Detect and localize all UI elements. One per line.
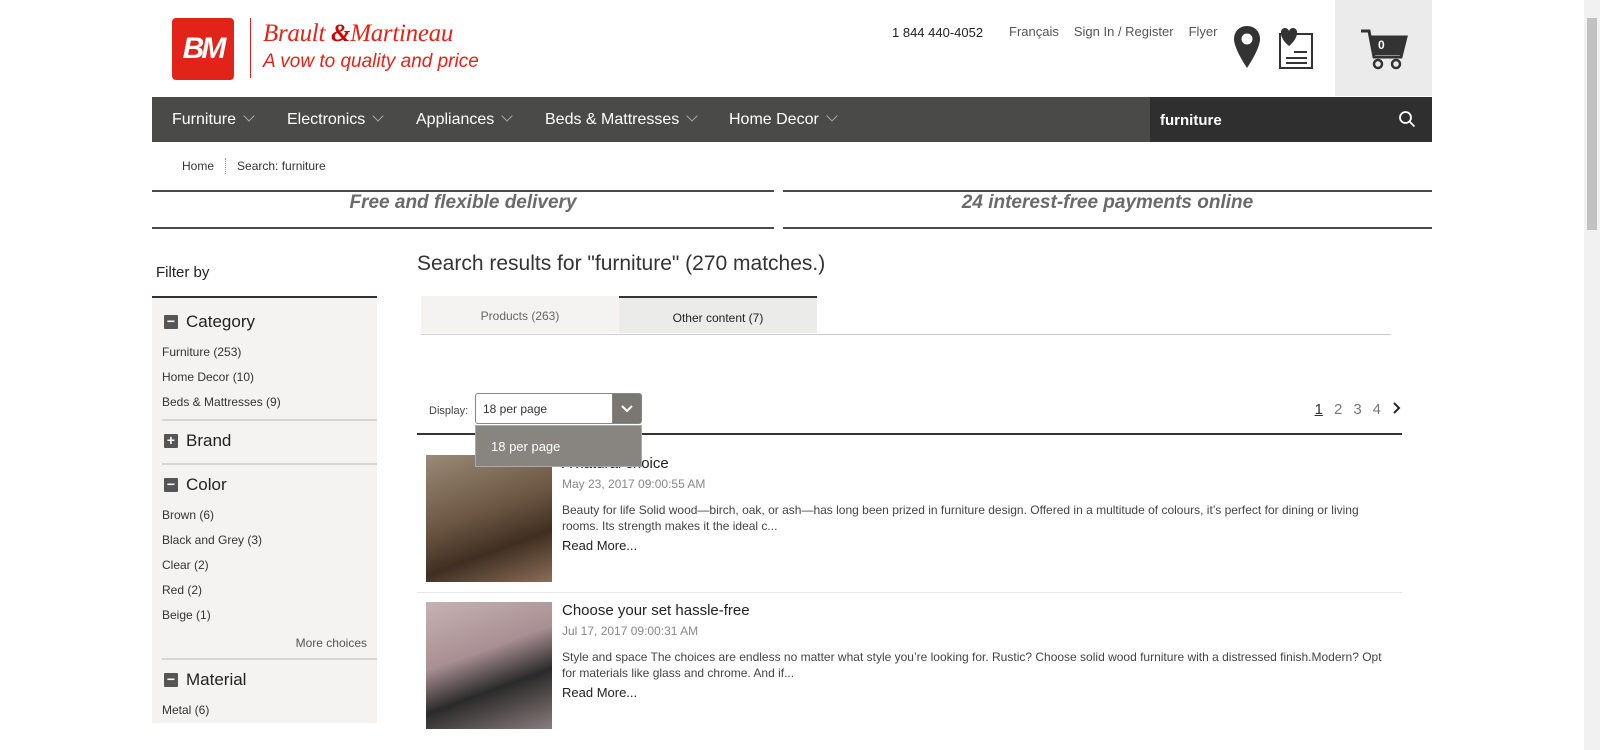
nav-electronics[interactable]: Electronics bbox=[287, 97, 384, 142]
per-page-select[interactable]: 18 per page bbox=[475, 393, 642, 424]
minus-icon: − bbox=[164, 672, 178, 687]
breadcrumb-separator bbox=[225, 158, 227, 174]
filter-panel: − Category Furniture (253) Home Decor (10… bbox=[152, 298, 377, 723]
search-bar bbox=[1150, 97, 1432, 142]
brand-tagline: A vow to quality and price bbox=[263, 51, 479, 72]
brand-wordmark[interactable]: Brault &Martineau A vow to quality and p… bbox=[250, 18, 479, 78]
logo-mark: BM bbox=[182, 32, 227, 65]
nav-furniture[interactable]: Furniture bbox=[172, 97, 255, 142]
results-title: Search results for "furniture" (270 matc… bbox=[417, 252, 826, 275]
more-choices-link[interactable]: More choices bbox=[152, 628, 377, 658]
search-input[interactable] bbox=[1158, 107, 1382, 133]
chevron-down-icon bbox=[686, 110, 698, 122]
page-2[interactable]: 2 bbox=[1334, 401, 1342, 418]
article-title[interactable]: Choose your set hassle-free bbox=[562, 602, 750, 619]
article-excerpt: Beauty for life Solid wood—birch, oak, o… bbox=[562, 503, 1359, 533]
page-4[interactable]: 4 bbox=[1373, 401, 1381, 418]
filter-brand-toggle[interactable]: + Brand bbox=[152, 421, 377, 459]
article-image[interactable] bbox=[426, 455, 552, 582]
filter-option[interactable]: Beds & Mattresses (9) bbox=[152, 390, 377, 415]
filter-option[interactable]: Black and Grey (3) bbox=[152, 528, 377, 553]
nav-home-decor[interactable]: Home Decor bbox=[729, 97, 838, 142]
brand-name: Brault &Martineau bbox=[263, 20, 454, 47]
phone-number[interactable]: 1 844 440-4052 bbox=[892, 25, 983, 40]
page-scrollbar[interactable] bbox=[1584, 0, 1600, 750]
delivery-banner[interactable]: Free and flexible delivery bbox=[152, 190, 774, 229]
breadcrumb-current: Search: furniture bbox=[237, 159, 326, 173]
filter-option[interactable]: Brown (6) bbox=[152, 503, 377, 528]
nav-appliances[interactable]: Appliances bbox=[416, 97, 513, 142]
wishlist-icon[interactable] bbox=[1274, 24, 1316, 75]
list-item: Choose your set hassle-free Jul 17, 2017… bbox=[417, 592, 1402, 742]
filter-sidebar: Filter by − Category Furniture (253) Home… bbox=[152, 252, 377, 723]
filter-color-toggle[interactable]: − Color bbox=[152, 465, 377, 503]
filter-option[interactable]: Home Decor (10) bbox=[152, 365, 377, 390]
read-more-link[interactable]: Read More... bbox=[562, 538, 637, 553]
plus-icon: + bbox=[164, 433, 178, 448]
filter-title: Filter by bbox=[152, 252, 377, 298]
chevron-down-icon bbox=[826, 110, 838, 122]
tab-other-content[interactable]: Other content (7) bbox=[619, 296, 817, 333]
read-more-link[interactable]: Read More... bbox=[562, 685, 637, 700]
filter-option[interactable]: Metal (6) bbox=[152, 698, 377, 723]
pagination: 1 2 3 4 bbox=[1315, 401, 1402, 418]
results-tabs: Products (263) Other content (7) bbox=[421, 296, 1391, 335]
next-page-icon[interactable] bbox=[1392, 401, 1402, 418]
per-page-option[interactable]: 18 per page bbox=[475, 425, 642, 467]
filter-option[interactable]: Furniture (253) bbox=[152, 340, 377, 365]
filter-option[interactable]: Beige (1) bbox=[152, 603, 377, 628]
breadcrumb-home[interactable]: Home bbox=[182, 159, 214, 173]
article-date: Jul 17, 2017 09:00:31 AM bbox=[562, 624, 699, 638]
nav-beds-mattresses[interactable]: Beds & Mattresses bbox=[545, 97, 698, 142]
display-toolbar: Display: 18 per page 18 per page 1 2 3 4 bbox=[417, 393, 1402, 467]
filter-option[interactable]: Red (2) bbox=[152, 578, 377, 603]
list-item: A natural choice May 23, 2017 09:00:55 A… bbox=[417, 445, 1402, 593]
chevron-down-icon[interactable] bbox=[612, 394, 641, 423]
cart-count: 0 bbox=[1378, 38, 1385, 52]
scrollbar-thumb[interactable] bbox=[1587, 18, 1597, 230]
breadcrumb: Home Search: furniture bbox=[182, 158, 326, 174]
flyer-link[interactable]: Flyer bbox=[1189, 24, 1218, 39]
top-links: Français Sign In / Register Flyer bbox=[1009, 24, 1217, 39]
language-link[interactable]: Français bbox=[1009, 24, 1059, 39]
page-3[interactable]: 3 bbox=[1353, 401, 1361, 418]
brand-logo[interactable]: BM bbox=[172, 18, 234, 80]
minus-icon: − bbox=[164, 477, 178, 492]
filter-option[interactable]: Clear (2) bbox=[152, 553, 377, 578]
minus-icon: − bbox=[164, 314, 178, 329]
article-excerpt: Style and space The choices are endless … bbox=[562, 650, 1382, 680]
cart-button[interactable]: 0 bbox=[1335, 0, 1432, 96]
page-1[interactable]: 1 bbox=[1315, 401, 1323, 418]
chevron-down-icon bbox=[501, 110, 513, 122]
article-date: May 23, 2017 09:00:55 AM bbox=[562, 477, 706, 491]
payments-banner[interactable]: 24 interest-free payments online bbox=[783, 190, 1432, 229]
filter-category-toggle[interactable]: − Category bbox=[152, 302, 377, 340]
display-label: Display: bbox=[429, 405, 469, 417]
sign-in-link[interactable]: Sign In / Register bbox=[1074, 24, 1174, 39]
tab-products[interactable]: Products (263) bbox=[421, 296, 619, 333]
article-image[interactable] bbox=[426, 602, 552, 729]
store-locator-icon[interactable] bbox=[1232, 24, 1262, 75]
filter-material-toggle[interactable]: − Material bbox=[152, 660, 377, 698]
chevron-down-icon bbox=[243, 110, 255, 122]
chevron-down-icon bbox=[372, 110, 384, 122]
search-icon[interactable] bbox=[1398, 110, 1416, 133]
